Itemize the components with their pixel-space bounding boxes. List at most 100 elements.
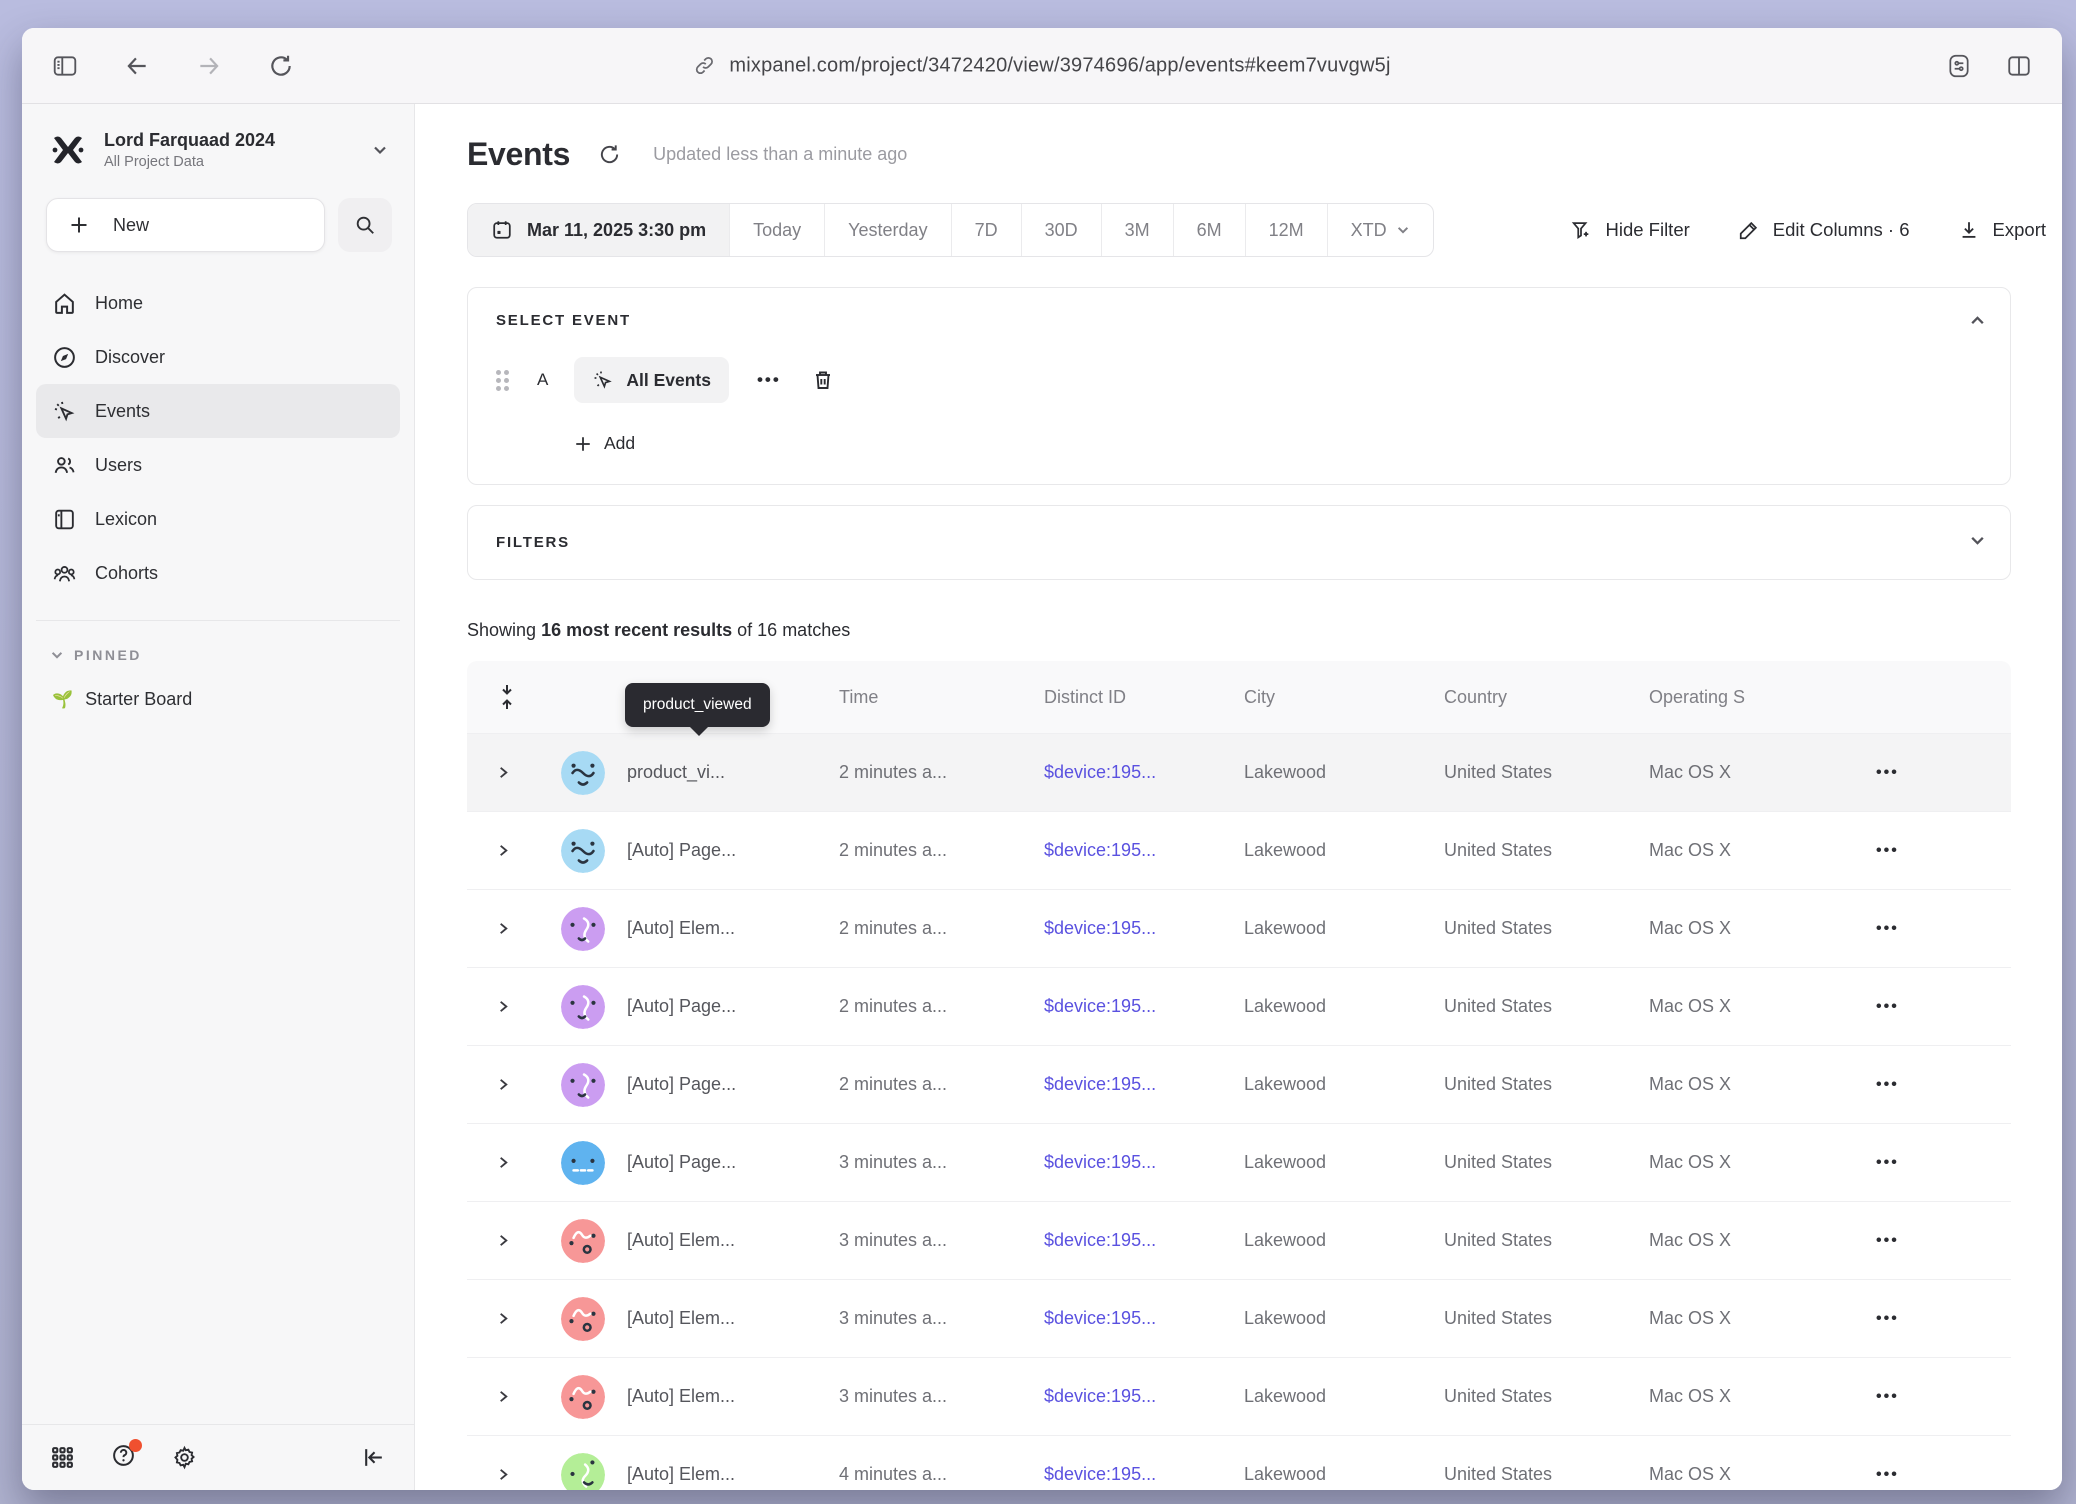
event-name-cell[interactable]: [Auto] Page...	[627, 1152, 839, 1173]
row-expand-button[interactable]	[467, 1389, 547, 1404]
sidebar-item-home[interactable]: Home	[36, 276, 400, 330]
preset-30d[interactable]: 30D	[1021, 204, 1101, 256]
distinct-id-link[interactable]: $device:195...	[1044, 1152, 1244, 1173]
preset-3m[interactable]: 3M	[1101, 204, 1173, 256]
sidebar-item-events[interactable]: Events	[36, 384, 400, 438]
preset-xtd[interactable]: XTD	[1327, 204, 1433, 256]
row-actions-button[interactable]: •••	[1854, 920, 2011, 938]
collapse-rows-icon[interactable]	[497, 684, 517, 710]
trash-icon[interactable]	[811, 368, 835, 392]
distinct-id-link[interactable]: $device:195...	[1044, 1074, 1244, 1095]
sidebar-item-cohorts[interactable]: Cohorts	[36, 546, 400, 600]
event-name-cell[interactable]: [Auto] Elem...	[627, 1464, 839, 1485]
settings-gear-icon[interactable]	[172, 1445, 197, 1470]
row-expand-button[interactable]	[467, 1467, 547, 1482]
split-view-icon[interactable]	[2006, 53, 2032, 79]
distinct-id-link[interactable]: $device:195...	[1044, 918, 1244, 939]
distinct-id-link[interactable]: $device:195...	[1044, 1230, 1244, 1251]
apps-grid-icon[interactable]	[50, 1445, 75, 1470]
column-header-os[interactable]: Operating S	[1649, 687, 1854, 708]
row-actions-button[interactable]: •••	[1854, 1466, 2011, 1484]
table-row[interactable]: [Auto] Elem...3 minutes a...$device:195.…	[467, 1357, 2011, 1435]
drag-handle[interactable]	[496, 370, 509, 391]
table-row[interactable]: [Auto] Elem...3 minutes a...$device:195.…	[467, 1279, 2011, 1357]
event-name-cell[interactable]: [Auto] Elem...	[627, 1386, 839, 1407]
table-row[interactable]: [Auto] Elem...2 minutes a...$device:195.…	[467, 889, 2011, 967]
table-row[interactable]: [Auto] Page...2 minutes a...$device:195.…	[467, 1045, 2011, 1123]
column-header-country[interactable]: Country	[1444, 687, 1649, 708]
table-body: product_vi...2 minutes a...$device:195..…	[467, 733, 2011, 1490]
event-selector-chip[interactable]: All Events	[574, 357, 729, 403]
table-row[interactable]: [Auto] Elem...3 minutes a...$device:195.…	[467, 1201, 2011, 1279]
search-button[interactable]	[338, 198, 392, 252]
preset-today[interactable]: Today	[729, 204, 824, 256]
row-expand-button[interactable]	[467, 1077, 547, 1092]
event-name-cell[interactable]: product_vi...	[627, 762, 839, 783]
column-header-distinct-id[interactable]: Distinct ID	[1044, 687, 1244, 708]
event-name-cell[interactable]: [Auto] Page...	[627, 996, 839, 1017]
table-row[interactable]: [Auto] Page...2 minutes a...$device:195.…	[467, 967, 2011, 1045]
export-button[interactable]: Export	[1958, 219, 2046, 241]
distinct-id-link[interactable]: $device:195...	[1044, 840, 1244, 861]
table-row[interactable]: [Auto] Elem...4 minutes a...$device:195.…	[467, 1435, 2011, 1490]
distinct-id-link[interactable]: $device:195...	[1044, 1386, 1244, 1407]
preset-yesterday[interactable]: Yesterday	[824, 204, 950, 256]
row-actions-button[interactable]: •••	[1854, 998, 2011, 1016]
event-name-cell[interactable]: [Auto] Page...	[627, 1074, 839, 1095]
sidebar-item-users[interactable]: Users	[36, 438, 400, 492]
row-expand-button[interactable]	[467, 921, 547, 936]
forward-icon[interactable]	[196, 53, 222, 79]
event-name-cell[interactable]: [Auto] Page...	[627, 840, 839, 861]
page-settings-icon[interactable]	[1946, 53, 1972, 79]
pinned-section-header[interactable]: PINNED	[22, 621, 414, 671]
event-name-cell[interactable]: [Auto] Elem...	[627, 1230, 839, 1251]
row-expand-button[interactable]	[467, 765, 547, 780]
row-actions-button[interactable]: •••	[1854, 1154, 2011, 1172]
distinct-id-link[interactable]: $device:195...	[1044, 1308, 1244, 1329]
distinct-id-link[interactable]: $device:195...	[1044, 996, 1244, 1017]
row-expand-button[interactable]	[467, 843, 547, 858]
collapse-sidebar-icon[interactable]	[361, 1445, 386, 1470]
pinned-item-starter-board[interactable]: 🌱 Starter Board	[22, 671, 414, 710]
reload-icon[interactable]	[268, 53, 294, 79]
row-actions-button[interactable]: •••	[1854, 1232, 2011, 1250]
column-header-time[interactable]: Time	[839, 687, 1044, 708]
preset-7d[interactable]: 7D	[951, 204, 1021, 256]
address-bar[interactable]: mixpanel.com/project/3472420/view/397469…	[693, 54, 1390, 77]
row-actions-button[interactable]: •••	[1854, 1076, 2011, 1094]
row-expand-button[interactable]	[467, 1233, 547, 1248]
distinct-id-link[interactable]: $device:195...	[1044, 762, 1244, 783]
export-label: Export	[1993, 219, 2046, 241]
chevron-down-icon[interactable]	[1969, 532, 1986, 549]
row-actions-button[interactable]: •••	[1854, 842, 2011, 860]
event-name-cell[interactable]: [Auto] Elem...	[627, 918, 839, 939]
row-expand-button[interactable]	[467, 1311, 547, 1326]
row-actions-button[interactable]: •••	[1854, 1388, 2011, 1406]
help-button[interactable]	[111, 1443, 136, 1473]
sidebar-item-discover[interactable]: Discover	[36, 330, 400, 384]
back-icon[interactable]	[124, 53, 150, 79]
row-expand-button[interactable]	[467, 1155, 547, 1170]
table-row[interactable]: [Auto] Page...3 minutes a...$device:195.…	[467, 1123, 2011, 1201]
hide-filter-button[interactable]: Hide Filter	[1570, 219, 1689, 241]
add-event-button[interactable]: Add	[574, 433, 1982, 454]
sidebar-toggle-icon[interactable]	[52, 53, 78, 79]
table-row[interactable]: product_vi...2 minutes a...$device:195..…	[467, 733, 2011, 811]
event-name-cell[interactable]: [Auto] Elem...	[627, 1308, 839, 1329]
chevron-up-icon[interactable]	[1969, 312, 1986, 329]
sidebar-item-lexicon[interactable]: Lexicon	[36, 492, 400, 546]
column-header-city[interactable]: City	[1244, 687, 1444, 708]
project-switcher[interactable]: Lord Farquaad 2024 All Project Data	[22, 104, 414, 180]
refresh-icon[interactable]	[598, 143, 621, 166]
distinct-id-link[interactable]: $device:195...	[1044, 1464, 1244, 1485]
new-button[interactable]: New	[46, 198, 325, 252]
preset-12m[interactable]: 12M	[1245, 204, 1327, 256]
row-expand-button[interactable]	[467, 999, 547, 1014]
date-picker-button[interactable]: Mar 11, 2025 3:30 pm	[468, 204, 729, 256]
edit-columns-button[interactable]: Edit Columns · 6	[1738, 219, 1910, 241]
row-actions-button[interactable]: •••	[1854, 1310, 2011, 1328]
table-row[interactable]: [Auto] Page...2 minutes a...$device:195.…	[467, 811, 2011, 889]
preset-6m[interactable]: 6M	[1173, 204, 1245, 256]
row-actions-button[interactable]: •••	[1854, 764, 2011, 782]
event-more-button[interactable]: •••	[757, 370, 781, 390]
